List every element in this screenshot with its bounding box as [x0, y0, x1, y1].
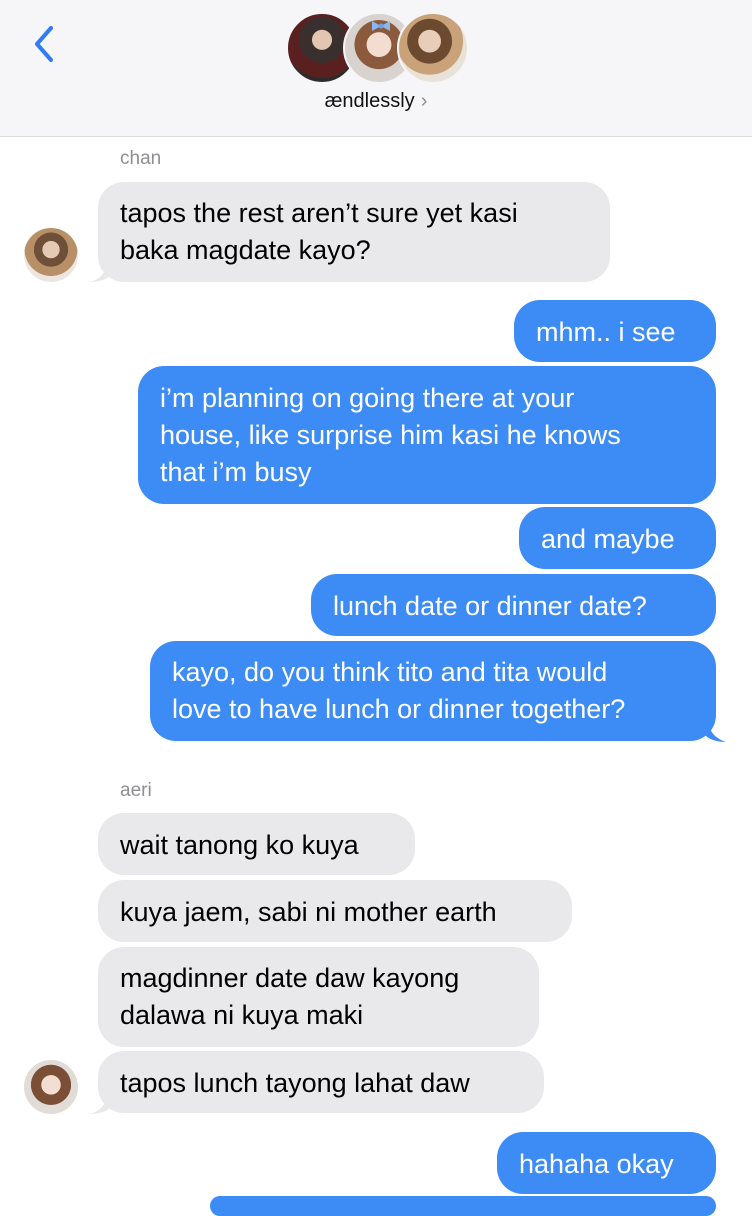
- message-bubble-outgoing[interactable]: [210, 1196, 716, 1216]
- message-bubble-outgoing[interactable]: and maybe: [519, 507, 716, 569]
- group-avatars[interactable]: [0, 12, 752, 84]
- message-text: tapos the rest aren’t sure yet kasi baka…: [120, 198, 518, 265]
- bow-icon: [372, 21, 390, 31]
- message-bubble-incoming[interactable]: magdinner date daw kayong dalawa ni kuya…: [98, 947, 539, 1047]
- message-text: mhm.. i see: [536, 317, 676, 347]
- group-name[interactable]: ændlessly ›: [0, 90, 752, 113]
- message-text: tapos lunch tayong lahat daw: [120, 1068, 470, 1098]
- message-text: magdinner date daw kayong dalawa ni kuya…: [120, 963, 460, 1030]
- message-bubble-incoming[interactable]: tapos the rest aren’t sure yet kasi baka…: [98, 182, 610, 282]
- message-text: and maybe: [541, 524, 675, 554]
- message-bubble-outgoing[interactable]: lunch date or dinner date?: [311, 574, 716, 636]
- message-text: lunch date or dinner date?: [333, 591, 647, 621]
- avatar[interactable]: [24, 1060, 78, 1114]
- message-bubble-incoming[interactable]: tapos lunch tayong lahat daw: [98, 1051, 544, 1113]
- avatar: [397, 12, 469, 84]
- avatar[interactable]: [24, 228, 78, 282]
- chevron-right-icon: ›: [420, 90, 428, 112]
- sender-name: aeri: [120, 780, 152, 801]
- bubble-tail: [704, 718, 726, 742]
- message-bubble-outgoing[interactable]: kayo, do you think tito and tita would l…: [150, 641, 716, 741]
- message-bubble-incoming[interactable]: kuya jaem, sabi ni mother earth: [98, 880, 572, 942]
- message-bubble-outgoing[interactable]: hahaha okay: [497, 1132, 716, 1194]
- message-text: kuya jaem, sabi ni mother earth: [120, 897, 497, 927]
- message-text: wait tanong ko kuya: [120, 830, 359, 860]
- message-bubble-outgoing[interactable]: i’m planning on going there at your hous…: [138, 366, 716, 504]
- message-text: i’m planning on going there at your hous…: [160, 383, 621, 487]
- message-text: hahaha okay: [519, 1149, 674, 1179]
- message-bubble-outgoing[interactable]: mhm.. i see: [514, 300, 716, 362]
- bubble-tail: [90, 258, 112, 282]
- message-text: kayo, do you think tito and tita would l…: [172, 657, 626, 724]
- group-name-label: ændlessly: [324, 90, 415, 112]
- bubble-tail: [90, 1090, 112, 1114]
- message-bubble-incoming[interactable]: wait tanong ko kuya: [98, 813, 415, 875]
- chat-header: ændlessly ›: [0, 0, 752, 137]
- sender-name: chan: [120, 148, 162, 169]
